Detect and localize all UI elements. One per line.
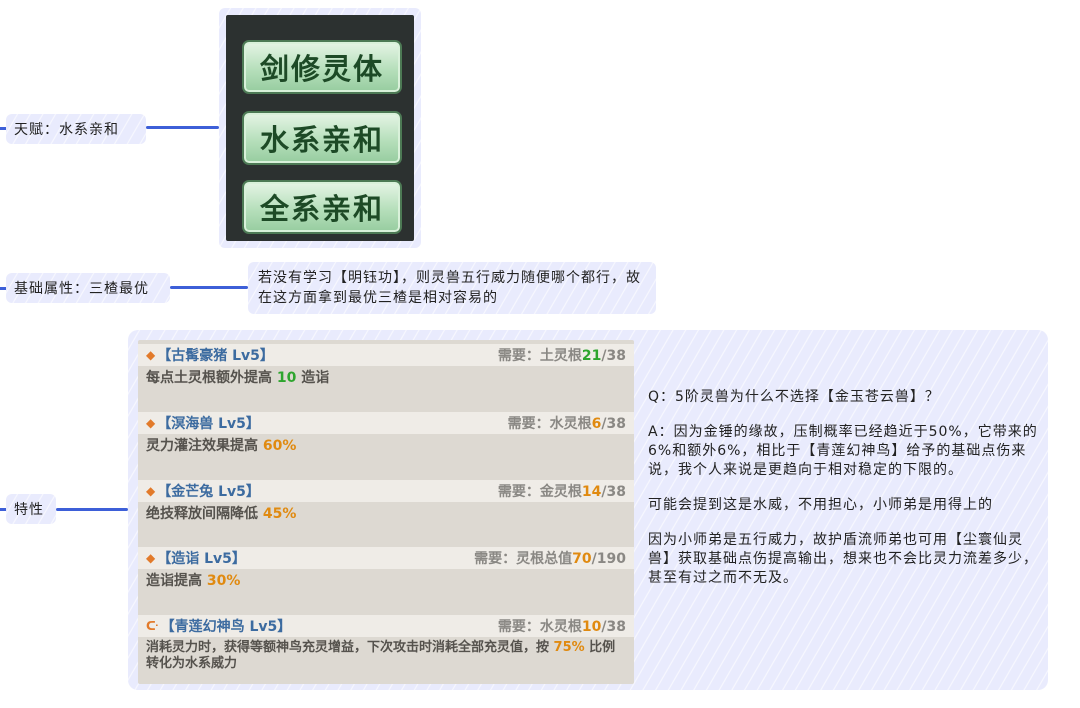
trait-req-current: 70: [572, 551, 592, 567]
trait-header: ◆ 【金芒兔 Lv5】 需要：金灵根14/38: [138, 480, 634, 502]
talent-tag: 水系亲和: [242, 111, 402, 165]
talent-image-panel: 剑修灵体 水系亲和 全系亲和: [219, 8, 421, 248]
attribute-note-text: 若没有学习【明钰功】，则灵兽五行威力随便哪个都行，故在这方面拿到最优三楂是相对容…: [258, 270, 641, 306]
trait-req-label: 需要：金灵根: [497, 484, 582, 500]
trait-requirement: 需要：金灵根14/38: [498, 481, 626, 501]
talent-tag: 全系亲和: [242, 180, 402, 234]
trait-description: 造诣提高 30%: [138, 569, 634, 590]
trait-header: ◆ 【溟海兽 Lv5】 需要：水灵根6/38: [138, 412, 634, 434]
diamond-icon: ◆: [146, 551, 156, 565]
talent-connector: [146, 126, 219, 129]
trait-item: ᑢ 【青莲幻神鸟 Lv5】 需要：水灵根10/38 消耗灵力时，获得等额神鸟充灵增益，…: [138, 615, 634, 672]
qa-section: Q：5阶灵兽为什么不选择【金玉苍云兽】？ A：因为金锤的缘故，压制概率已经趋近于…: [648, 388, 1043, 604]
trait-name-text: 【古髯豪猪 Lv5】: [157, 348, 274, 364]
trait-req-label: 需要：灵根总值: [474, 551, 573, 567]
trait-desc-value: 30%: [206, 573, 241, 589]
trait-desc-value: 60%: [262, 438, 297, 454]
diamond-icon: ◆: [146, 416, 156, 430]
trait-name: ◆ 【古髯豪猪 Lv5】: [146, 345, 274, 365]
trait-requirement: 需要：水灵根10/38: [498, 616, 626, 636]
trait-header: ◆ 【造诣 Lv5】 需要：灵根总值70/190: [138, 547, 634, 569]
trait-name-text: 【造诣 Lv5】: [157, 551, 246, 567]
trait-item: ◆ 【古髯豪猪 Lv5】 需要：土灵根21/38 每点土灵根额外提高 10 造诣: [138, 344, 634, 387]
trait-desc-prefix: 绝技释放间隔降低: [146, 506, 263, 522]
trait-req-total: /38: [601, 484, 626, 500]
trait-name-text: 【青莲幻神鸟 Lv5】: [160, 619, 292, 635]
talent-tag: 剑修灵体: [242, 40, 402, 94]
trait-desc-prefix: 消耗灵力时，获得等额神鸟充灵增益，下次攻击时消耗全部充灵值，按: [146, 640, 554, 655]
trait-req-label: 需要：土灵根: [497, 348, 582, 364]
attribute-node[interactable]: 基础属性：三楂最优: [6, 273, 170, 303]
trait-name: ◆ 【溟海兽 Lv5】: [146, 413, 260, 433]
talent-node[interactable]: 天赋：水系亲和: [6, 114, 146, 144]
trait-req-current: 10: [581, 619, 602, 635]
diamond-icon: ◆: [146, 484, 156, 498]
trait-name: ◆ 【造诣 Lv5】: [146, 548, 246, 568]
trait-desc-suffix: 造诣: [296, 370, 330, 386]
trait-requirement: 需要：灵根总值70/190: [474, 548, 626, 568]
trait-name-text: 【金芒兔 Lv5】: [157, 484, 260, 500]
attribute-connector: [170, 286, 248, 289]
trait-req-current: 21: [581, 348, 602, 364]
qa-answer: A：因为金锤的缘故，压制概率已经趋近于50%，它带来的6%和额外6%，相比于【青…: [648, 424, 1038, 478]
trait-req-label: 需要：水灵根: [497, 619, 582, 635]
trait-item: ◆ 【造诣 Lv5】 需要：灵根总值70/190 造诣提高 30%: [138, 547, 634, 590]
trait-req-current: 6: [591, 416, 602, 432]
talent-node-label: 天赋：水系亲和: [14, 122, 119, 138]
attribute-note: 若没有学习【明钰功】，则灵兽五行威力随便哪个都行，故在这方面拿到最优三楂是相对容…: [248, 262, 656, 314]
trait-req-label: 需要：水灵根: [507, 416, 592, 432]
qa-note: 可能会提到这是水威，不用担心，小师弟是用得上的: [648, 497, 993, 513]
trait-desc-prefix: 每点土灵根额外提高: [146, 370, 277, 386]
diamond-icon: ◆: [146, 348, 156, 362]
qa-question: Q：5阶灵兽为什么不选择【金玉苍云兽】？: [648, 389, 940, 405]
trait-list: ◆ 【古髯豪猪 Lv5】 需要：土灵根21/38 每点土灵根额外提高 10 造诣 ◆ 【溟…: [138, 340, 634, 684]
trait-requirement: 需要：土灵根21/38: [498, 345, 626, 365]
trait-item: ◆ 【溟海兽 Lv5】 需要：水灵根6/38 灵力灌注效果提高 60%: [138, 412, 634, 455]
traits-node[interactable]: 特性: [6, 494, 56, 524]
traits-connector: [56, 508, 128, 511]
trait-req-total: /38: [601, 416, 626, 432]
trait-header: ◆ 【古髯豪猪 Lv5】 需要：土灵根21/38: [138, 344, 634, 366]
qa-note: 因为小师弟是五行威力，故护盾流师弟也可用【尘寰仙灵兽】获取基础点伤提高输出，想来…: [648, 532, 1038, 586]
trait-description: 绝技释放间隔降低 45%: [138, 502, 634, 523]
traits-panel: ◆ 【古髯豪猪 Lv5】 需要：土灵根21/38 每点土灵根额外提高 10 造诣 ◆ 【溟…: [128, 330, 1048, 690]
trait-req-total: /190: [591, 551, 626, 567]
trait-description: 每点土灵根额外提高 10 造诣: [138, 366, 634, 387]
trait-req-total: /38: [601, 348, 626, 364]
trait-header: ᑢ 【青莲幻神鸟 Lv5】 需要：水灵根10/38: [138, 615, 634, 637]
trait-description: 灵力灌注效果提高 60%: [138, 434, 634, 455]
trait-desc-value: 10: [276, 370, 297, 386]
trait-name: ᑢ 【青莲幻神鸟 Lv5】: [146, 616, 291, 636]
trait-item: ◆ 【金芒兔 Lv5】 需要：金灵根14/38 绝技释放间隔降低 45%: [138, 480, 634, 523]
trait-requirement: 需要：水灵根6/38: [508, 413, 626, 433]
trait-name: ◆ 【金芒兔 Lv5】: [146, 481, 260, 501]
trait-desc-value: 45%: [262, 506, 297, 522]
trait-desc-value: 75%: [553, 640, 585, 655]
traits-node-label: 特性: [14, 502, 44, 518]
trait-description: 消耗灵力时，获得等额神鸟充灵增益，下次攻击时消耗全部充灵值，按 75% 比例转化…: [138, 637, 634, 672]
attribute-node-label: 基础属性：三楂最优: [14, 281, 149, 297]
trait-req-current: 14: [581, 484, 602, 500]
trait-desc-prefix: 灵力灌注效果提高: [146, 438, 263, 454]
trait-req-total: /38: [601, 619, 626, 635]
swirl-icon: ᑢ: [146, 619, 159, 633]
trait-name-text: 【溟海兽 Lv5】: [157, 416, 260, 432]
trait-desc-prefix: 造诣提高: [146, 573, 207, 589]
talent-image: 剑修灵体 水系亲和 全系亲和: [226, 15, 414, 241]
